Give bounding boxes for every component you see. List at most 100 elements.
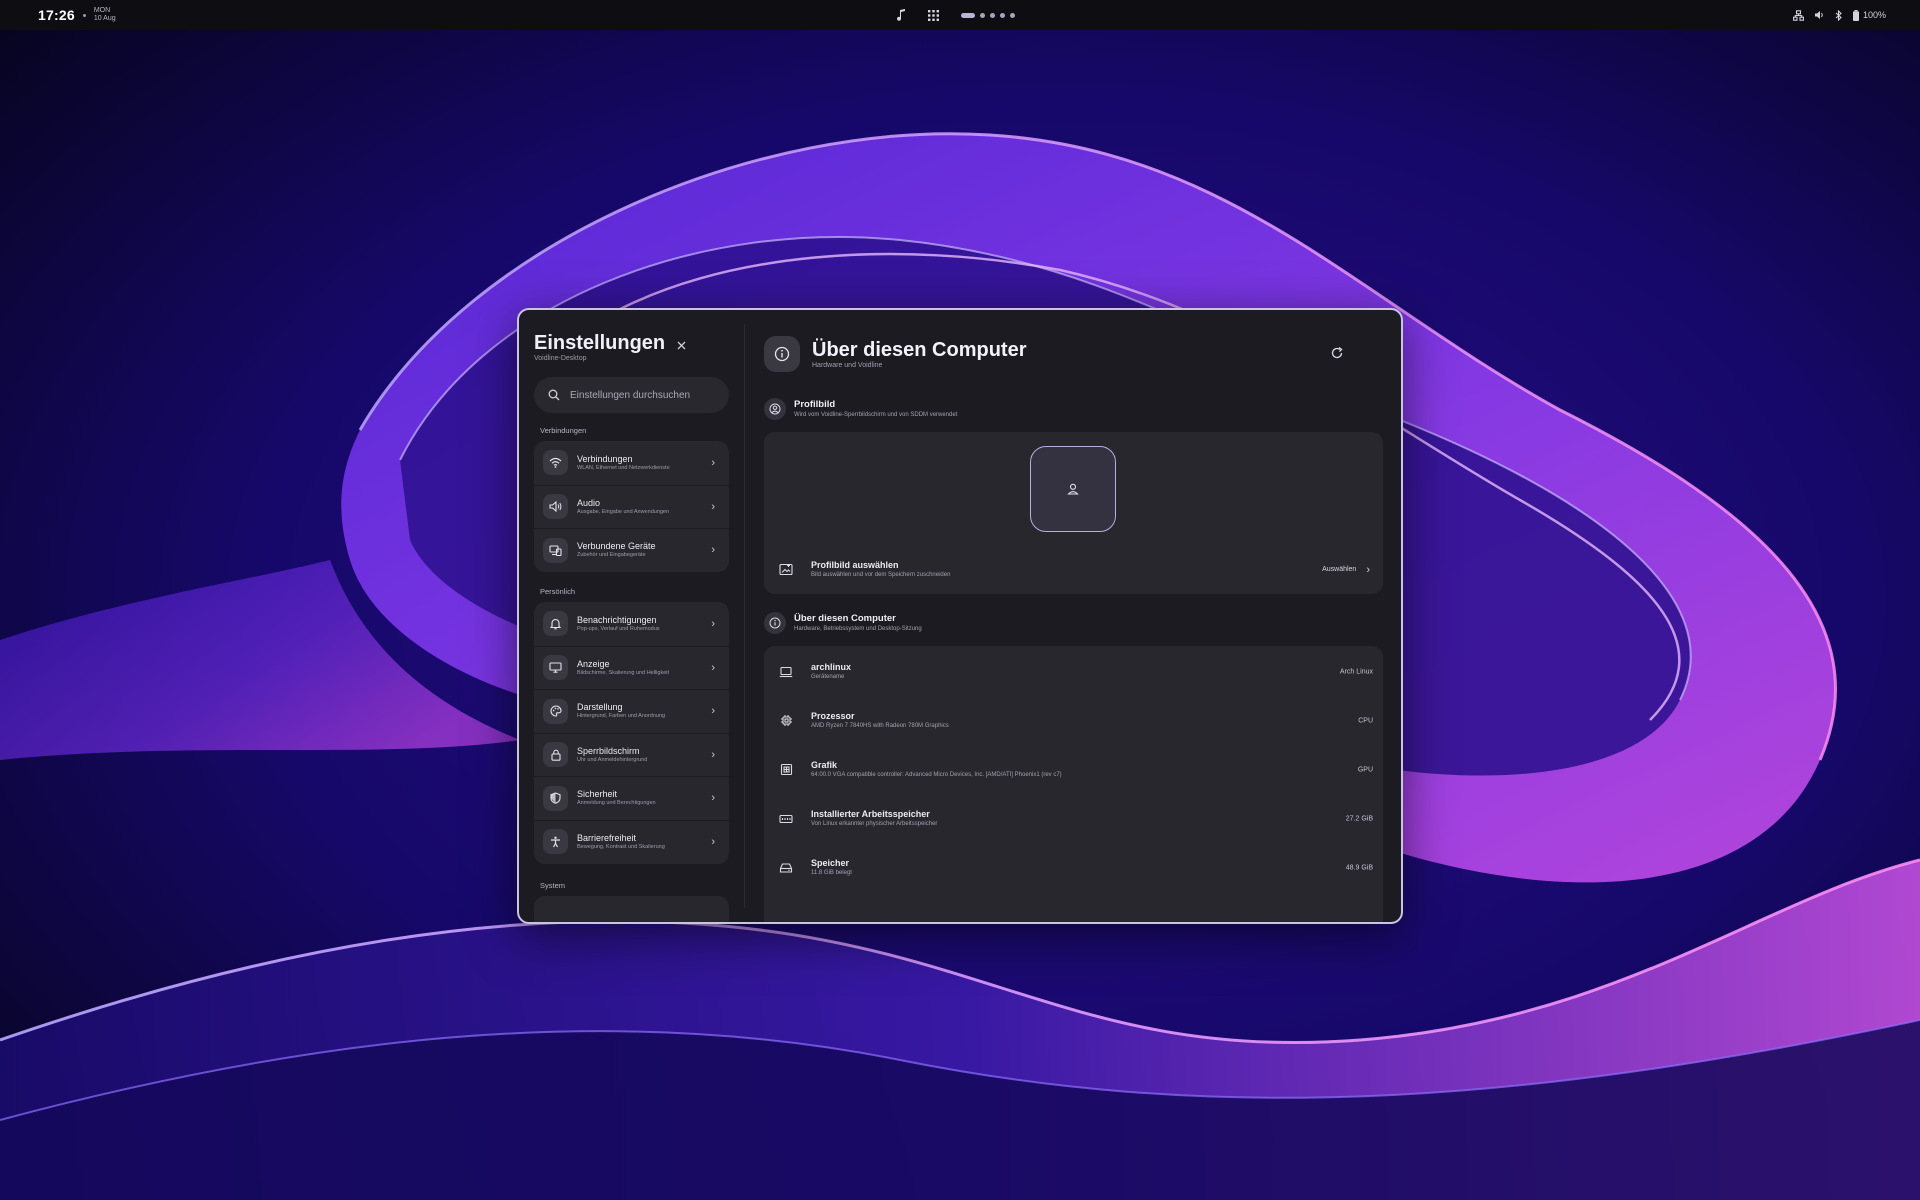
page-title: Über diesen Computer (812, 339, 1027, 361)
processor-title: Prozessor (811, 711, 855, 721)
memory-row: Installierter Arbeitsspeicher Von Linux … (764, 794, 1383, 843)
sidebar-item-desc: Pop-ups, Verlauf und Ruhemodus (577, 625, 660, 632)
chevron-right-icon: › (711, 617, 715, 630)
info-icon (764, 336, 800, 372)
app-grid-icon[interactable] (928, 9, 939, 21)
sidebar-item-label: Sperrbildschirm (577, 745, 640, 756)
accessibility-icon (543, 829, 568, 855)
select-profile-picture-title: Profilbild auswählen (811, 560, 899, 570)
clock-time: 17:26 (38, 7, 75, 23)
profile-section-header: Profilbild Wird vom Voidline-Sperrbildsc… (764, 398, 957, 420)
settings-window: Einstellungen Voidline-Desktop Verbindun… (517, 308, 1403, 924)
sidebar-subtitle: Voidline-Desktop (534, 355, 587, 362)
sidebar-item-sicherheit[interactable]: Sicherheit Anmeldung und Berechtigungen … (534, 776, 729, 820)
graphics-value: GPU (1357, 766, 1373, 773)
chevron-right-icon: › (711, 705, 715, 718)
volume-icon[interactable] (1814, 10, 1825, 20)
sidebar-item-label: Barrierefreiheit (577, 832, 637, 843)
topbar-center (896, 0, 1015, 30)
processor-value: CPU (1358, 717, 1373, 724)
sidebar-item-label: Anzeige (577, 658, 610, 669)
workspace-2[interactable] (980, 12, 985, 18)
sidebar-item-desc: Anmeldung und Berechtigungen (577, 800, 656, 807)
about-section-desc: Hardware, Betriebssystem und Desktop-Sit… (794, 626, 922, 632)
workspace-1[interactable] (961, 12, 975, 18)
workspace-3[interactable] (990, 12, 995, 18)
network-icon[interactable] (1793, 9, 1804, 21)
sidebar-group-system (534, 896, 729, 922)
select-profile-picture-desc: Bild auswählen und vor dem Speichern zus… (811, 572, 951, 578)
select-button[interactable]: Auswählen › (1322, 564, 1370, 576)
close-button[interactable] (673, 337, 689, 353)
palette-icon (543, 698, 568, 724)
sidebar-item-anzeige[interactable]: Anzeige Bildschirme, Skalierung und Hell… (534, 645, 729, 690)
clock-widget[interactable]: 17:26 MON 10 Aug (38, 0, 116, 30)
sidebar-item-desc: Ausgabe, Eingabe und Anwendungen (577, 508, 670, 515)
sidebar-section-verbindungen: Verbindungen (540, 426, 587, 435)
storage-icon (775, 857, 797, 879)
refresh-button[interactable] (1330, 346, 1344, 360)
clock-separator (82, 13, 86, 17)
chevron-right-icon: › (711, 748, 715, 761)
battery-icon[interactable] (1852, 9, 1859, 21)
chevron-right-icon: › (711, 835, 715, 848)
select-profile-picture-row[interactable]: Profilbild auswählen Bild auswählen und … (764, 545, 1383, 594)
device-name-desc: Gerätename (811, 674, 845, 680)
sidebar-group-persoenlich: Benachrichtigungen Pop-ups, Verlauf und … (534, 602, 729, 864)
sidebar-item-desc: WLAN, Ethernet und Netzwerkdienste (577, 464, 670, 471)
top-bar: 17:26 MON 10 Aug 100% (0, 0, 1920, 30)
processor-desc: AMD Ryzen 7 7840HS with Radeon 780M Grap… (811, 723, 949, 729)
sidebar-item-darstellung[interactable]: Darstellung Hintergrund, Farben und Anor… (534, 689, 729, 733)
sidebar-section-persoenlich: Persönlich (540, 587, 576, 596)
graphics-title: Grafik (811, 760, 838, 770)
sidebar-item-desc: Hintergrund, Farben und Anordnung (577, 713, 666, 720)
search-input[interactable] (570, 389, 720, 401)
sidebar-item-audio[interactable]: Audio Ausgabe, Eingabe und Anwendungen › (534, 484, 729, 529)
battery-percentage: 100% (1862, 10, 1886, 20)
sidebar-item-label: Sicherheit (577, 789, 618, 800)
close-icon (677, 341, 685, 349)
storage-row: Speicher 11.8 GiB belegt 48.9 GiB (764, 843, 1383, 892)
device-name-row: archlinux Gerätename Arch Linux (764, 647, 1383, 696)
lock-icon (543, 742, 568, 768)
gpu-icon (775, 759, 797, 781)
sidebar-item-sperrbildschirm[interactable]: Sperrbildschirm Uhr und Anmeldehintergru… (534, 732, 729, 777)
clock-day: 10 Aug (93, 15, 116, 22)
sidebar-section-system: System (540, 881, 566, 890)
monitor-icon (543, 655, 568, 681)
about-section-title: Über diesen Computer (794, 613, 896, 624)
refresh-icon (1331, 346, 1343, 359)
sidebar-item-label: Benachrichtigungen (577, 614, 657, 625)
info-circle-icon (764, 612, 786, 634)
workspace-4[interactable] (1000, 12, 1005, 18)
device-name-value: Arch Linux (1339, 668, 1373, 675)
storage-value: 48.9 GiB (1345, 864, 1373, 871)
avatar[interactable] (1030, 446, 1116, 532)
settings-sidebar: Einstellungen Voidline-Desktop Verbindun… (519, 310, 744, 922)
wifi-icon (543, 450, 568, 476)
sidebar-item-desc: Uhr und Anmeldehintergrund (577, 756, 648, 763)
user-icon (1067, 483, 1079, 495)
sidebar-group-verbindungen: Verbindungen WLAN, Ethernet und Netzwerk… (534, 441, 729, 572)
chevron-right-icon: › (711, 544, 715, 557)
bluetooth-icon[interactable] (1835, 9, 1843, 21)
profile-card: Profilbild auswählen Bild auswählen und … (764, 432, 1383, 594)
sidebar-item-label: Verbundene Geräte (577, 541, 656, 552)
sidebar-item-verbindungen[interactable]: Verbindungen WLAN, Ethernet und Netzwerk… (534, 441, 729, 485)
workspace-indicator[interactable] (961, 12, 1015, 18)
sidebar-item-benachrichtigungen[interactable]: Benachrichtigungen Pop-ups, Verlauf und … (534, 602, 729, 646)
about-section-header: Über diesen Computer Hardware, Betriebss… (764, 612, 922, 634)
sidebar-item-barrierefreiheit[interactable]: Barrierefreiheit Bewegung, Kontrast und … (534, 819, 729, 864)
storage-desc: 11.8 GiB belegt (811, 870, 852, 876)
workspace-5[interactable] (1010, 12, 1015, 18)
processor-row: Prozessor AMD Ryzen 7 7840HS with Radeon… (764, 696, 1383, 745)
music-note-icon[interactable] (896, 9, 906, 21)
sidebar-item-label: Darstellung (577, 702, 623, 713)
sidebar-item-label: Verbindungen (577, 453, 633, 464)
laptop-icon (775, 661, 797, 683)
search-field[interactable] (534, 377, 729, 413)
chevron-right-icon: › (711, 456, 715, 469)
speaker-icon (543, 494, 568, 520)
sidebar-item-verbundene-geraete[interactable]: Verbundene Geräte Zubehör und Eingabeger… (534, 528, 729, 572)
about-card: archlinux Gerätename Arch Linux Prozesso… (764, 646, 1383, 922)
